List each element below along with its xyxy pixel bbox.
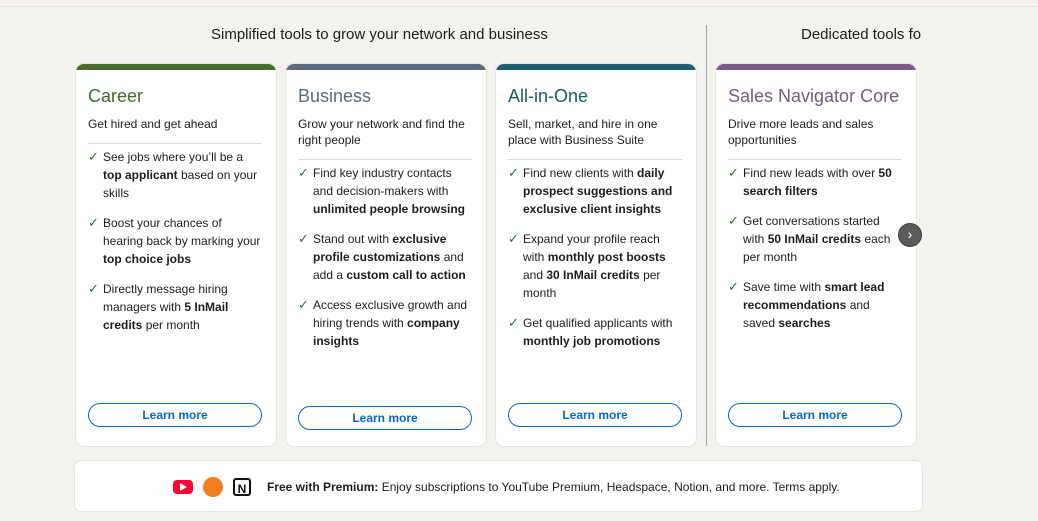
- feature-item: ✓ Find new clients with daily prospect su…: [508, 164, 684, 218]
- feature-segment: Get qualified applicants with: [523, 316, 673, 330]
- feature-text: Get conversations started with 50 InMail…: [743, 212, 904, 266]
- card-rule: [728, 159, 902, 160]
- card-subtitle: Get hired and get ahead: [88, 117, 218, 131]
- premium-label: Free with Premium:: [267, 480, 379, 494]
- checkmark-icon: ✓: [298, 165, 309, 180]
- feature-list: ✓ See jobs where you’ll be a top applican…: [88, 148, 264, 334]
- card-rule: [508, 159, 682, 160]
- premium-description: Enjoy subscriptions to YouTube Premium, …: [378, 480, 840, 494]
- feature-text: Boost your chances of hearing back by ma…: [103, 214, 264, 268]
- feature-item: ✓ Get qualified applicants with monthly j…: [508, 314, 684, 350]
- premium-perks-bar: N Free with Premium: Enjoy subscriptions…: [75, 461, 922, 511]
- feature-highlight: 30 InMail credits: [546, 268, 640, 282]
- checkmark-icon: ✓: [728, 213, 739, 228]
- card-rule: [298, 159, 472, 160]
- plan-card-sales-navigator: Sales Navigator Core Drive more leads an…: [716, 64, 916, 446]
- learn-more-button-sales-navigator[interactable]: Learn more: [728, 403, 902, 427]
- section-heading-dedicated: Dedicated tools fo: [801, 26, 922, 43]
- feature-item: ✓ Expand your profile reach with monthly …: [508, 230, 684, 302]
- premium-perks-text: Free with Premium: Enjoy subscriptions t…: [267, 480, 840, 494]
- card-subtitle: Drive more leads and sales opportunities: [728, 117, 874, 147]
- feature-text: Find new leads with over 50 search filte…: [743, 164, 904, 200]
- learn-more-button-business[interactable]: Learn more: [298, 406, 472, 430]
- feature-text: Directly message hiring managers with 5 …: [103, 280, 264, 334]
- section-heading-simplified: Simplified tools to grow your network an…: [211, 26, 548, 43]
- checkmark-icon: ✓: [728, 279, 739, 294]
- feature-item: ✓ Get conversations started with 50 InMai…: [728, 212, 904, 266]
- feature-item: ✓ Stand out with exclusive profile custom…: [298, 230, 474, 284]
- card-accent-bar: [76, 64, 276, 70]
- feature-segment: Save time with: [743, 280, 825, 294]
- feature-text: Find new clients with daily prospect sug…: [523, 164, 684, 218]
- feature-highlight: top applicant: [103, 168, 178, 182]
- feature-item: ✓ Boost your chances of hearing back by m…: [88, 214, 264, 268]
- learn-more-button-all-in-one[interactable]: Learn more: [508, 403, 682, 427]
- feature-item: ✓ Find key industry contacts and decision…: [298, 164, 474, 218]
- feature-highlight: unlimited people browsing: [313, 202, 466, 216]
- feature-segment: and: [523, 268, 547, 282]
- feature-item: ✓ Save time with smart lead recommendatio…: [728, 278, 904, 332]
- plan-card-career: Career Get hired and get ahead ✓ See jobs…: [76, 64, 276, 446]
- premium-icons: N: [173, 477, 251, 497]
- feature-text: Save time with smart lead recommendation…: [743, 278, 904, 332]
- checkmark-icon: ✓: [298, 297, 309, 312]
- headspace-icon: [203, 477, 223, 497]
- feature-segment: Find new leads with over: [743, 166, 879, 180]
- checkmark-icon: ✓: [298, 231, 309, 246]
- card-title: Business: [298, 86, 372, 106]
- feature-segment: per month: [142, 318, 200, 332]
- chevron-right-icon: ›: [907, 226, 913, 242]
- carousel-next-button[interactable]: ›: [898, 223, 922, 247]
- feature-segment: Find new clients with: [523, 166, 638, 180]
- feature-highlight: top choice jobs: [103, 252, 192, 266]
- top-divider: [0, 6, 1038, 7]
- feature-item: ✓ Find new leads with over 50 search filt…: [728, 164, 904, 200]
- checkmark-icon: ✓: [88, 215, 99, 230]
- card-accent-bar: [496, 64, 696, 70]
- section-divider: [706, 25, 707, 446]
- feature-text: Get qualified applicants with monthly jo…: [523, 314, 684, 350]
- feature-highlight: 50 InMail credits: [767, 232, 862, 246]
- plan-card-business: Business Grow your network and find the …: [286, 64, 486, 446]
- feature-item: ✓ Access exclusive growth and hiring tren…: [298, 296, 474, 350]
- feature-highlight: custom call to action: [346, 268, 466, 282]
- notion-icon: N: [233, 478, 251, 496]
- feature-item: ✓ See jobs where you’ll be a top applican…: [88, 148, 264, 202]
- feature-segment: See jobs where you’ll be a: [103, 150, 244, 164]
- card-accent-bar: [286, 64, 486, 70]
- feature-segment: Stand out with: [313, 232, 393, 246]
- checkmark-icon: ✓: [728, 165, 739, 180]
- feature-text: Find key industry contacts and decision-…: [313, 164, 474, 218]
- checkmark-icon: ✓: [508, 315, 519, 330]
- checkmark-icon: ✓: [508, 165, 519, 180]
- feature-item: ✓ Directly message hiring managers with 5…: [88, 280, 264, 334]
- feature-text: Stand out with exclusive profile customi…: [313, 230, 474, 284]
- learn-more-button-career[interactable]: Learn more: [88, 403, 262, 427]
- card-title: Sales Navigator Core: [728, 86, 900, 106]
- feature-text: Access exclusive growth and hiring trend…: [313, 296, 474, 350]
- checkmark-icon: ✓: [88, 281, 99, 296]
- card-rule: [88, 143, 262, 144]
- plan-card-all-in-one: All-in-One Sell, market, and hire in one…: [496, 64, 696, 446]
- card-title: All-in-One: [508, 86, 589, 106]
- feature-highlight: monthly job promotions: [523, 334, 661, 348]
- checkmark-icon: ✓: [88, 149, 99, 164]
- feature-segment: Boost your chances of hearing back by ma…: [103, 216, 261, 248]
- feature-list: ✓ Find new leads with over 50 search filt…: [728, 164, 904, 332]
- card-accent-bar: [716, 64, 916, 70]
- feature-segment: Find key industry contacts and decision-…: [313, 166, 452, 198]
- checkmark-icon: ✓: [508, 231, 519, 246]
- feature-highlight: searches: [778, 316, 831, 330]
- card-subtitle: Grow your network and find the right peo…: [298, 117, 465, 147]
- feature-list: ✓ Find key industry contacts and decision…: [298, 164, 474, 350]
- youtube-icon: [173, 480, 193, 494]
- card-subtitle: Sell, market, and hire in one place with…: [508, 117, 658, 147]
- feature-text: Expand your profile reach with monthly p…: [523, 230, 684, 302]
- feature-text: See jobs where you’ll be a top applicant…: [103, 148, 264, 202]
- card-title: Career: [88, 86, 144, 106]
- feature-highlight: monthly post boosts: [547, 250, 666, 264]
- feature-list: ✓ Find new clients with daily prospect su…: [508, 164, 684, 350]
